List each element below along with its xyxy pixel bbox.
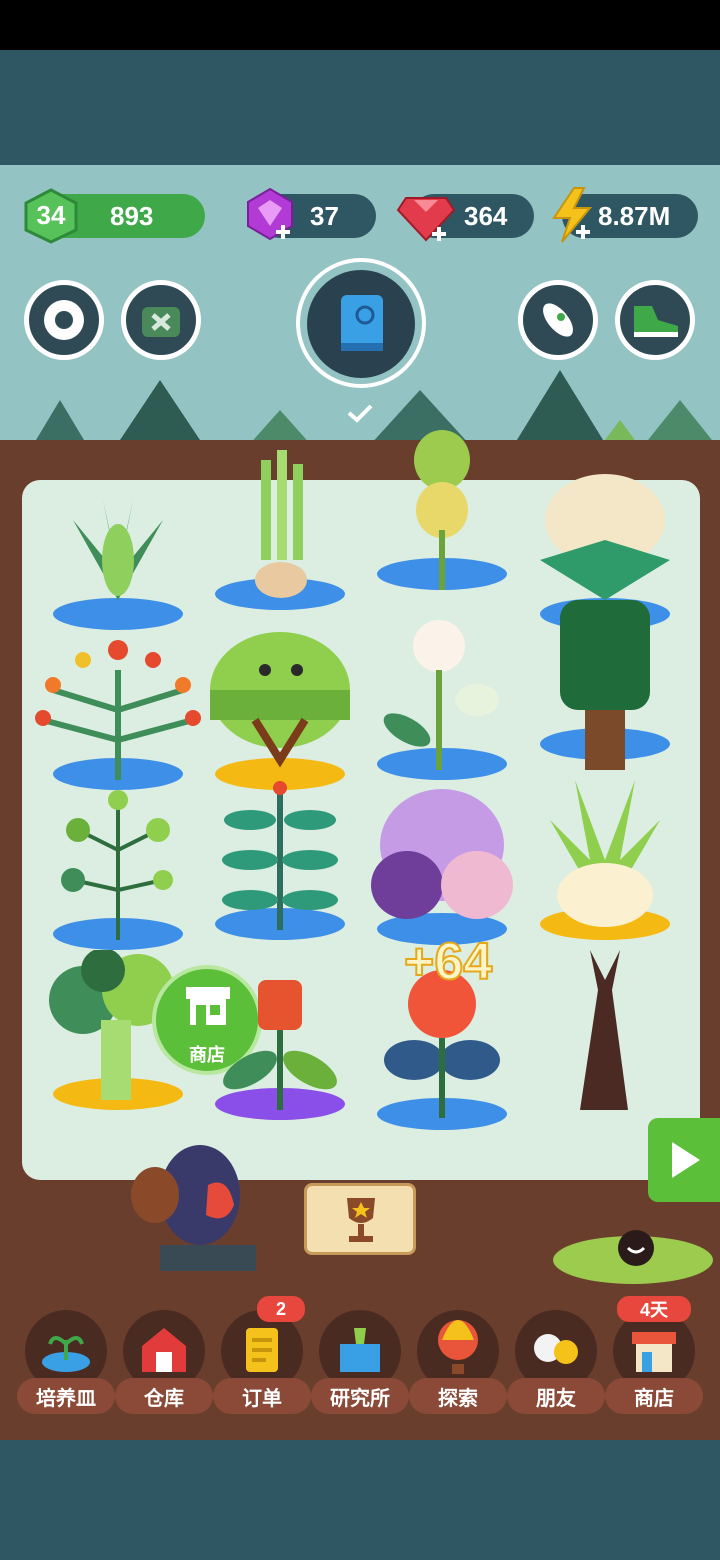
red-gem-icon[interactable] <box>396 188 456 244</box>
header-background <box>0 50 720 165</box>
lightning-icon[interactable] <box>548 186 596 244</box>
laboratory-icon <box>340 1328 380 1372</box>
orders-badge: 2 <box>257 1296 305 1322</box>
leaf-count: 893 <box>110 200 154 231</box>
nav-friends[interactable]: 朋友 <box>507 1310 605 1420</box>
nav-warehouse[interactable]: 仓库 <box>115 1310 213 1420</box>
plant-tile-hedge-tree[interactable] <box>530 600 680 770</box>
nav-label: 仓库 <box>115 1378 213 1414</box>
trophy-icon <box>347 1198 375 1242</box>
nav-label: 订单 <box>213 1378 311 1414</box>
nav-label: 朋友 <box>507 1378 605 1414</box>
footer-background <box>0 1440 720 1560</box>
plant-tile-purple-bulb[interactable] <box>367 785 517 945</box>
cotton-plant-icon <box>540 474 670 600</box>
level-badge: 34 <box>24 188 78 244</box>
rocket-icon <box>543 303 573 337</box>
hedge-tree-icon <box>560 600 650 770</box>
white-flower-icon <box>383 620 499 770</box>
energy-count: 8.87M <box>598 200 671 231</box>
plant-tile-dead-tree[interactable] <box>530 950 680 1110</box>
tv-close-icon <box>142 307 180 337</box>
floating-gain-text: +64 <box>403 932 493 992</box>
sneaker-button[interactable] <box>615 280 695 360</box>
plant-tile-fern[interactable] <box>205 780 355 940</box>
scroll-icon <box>246 1328 278 1372</box>
nav-shop[interactable]: 商店 4天 <box>605 1296 703 1420</box>
agave-plant-icon <box>73 500 163 600</box>
nav-label: 培养皿 <box>17 1378 115 1414</box>
trophy-button[interactable] <box>304 1183 416 1255</box>
shop-timer-badge: 4天 <box>617 1296 691 1322</box>
boost-button[interactable] <box>518 280 598 360</box>
plant-tile-leek[interactable] <box>530 780 680 940</box>
plant-tile-bulb[interactable] <box>205 450 355 610</box>
gear-icon <box>44 300 84 340</box>
shop-icon <box>632 1332 676 1372</box>
remove-ads-button[interactable] <box>121 280 201 360</box>
plant-tile-cactus[interactable] <box>205 630 355 790</box>
plant-tile-red-poppy[interactable] <box>367 970 517 1130</box>
nav-explore[interactable]: 探索 <box>409 1310 507 1420</box>
play-icon <box>672 1142 700 1178</box>
barn-icon <box>142 1328 186 1372</box>
plant-tile-berry-bush[interactable] <box>35 630 201 790</box>
purple-bulb-icon <box>371 789 513 919</box>
mascot-character[interactable] <box>130 1125 260 1275</box>
blue-book-icon <box>341 295 383 351</box>
plant-book-button[interactable] <box>307 270 415 378</box>
nav-orders[interactable]: 订单 2 <box>213 1296 311 1420</box>
friends-icon <box>534 1334 578 1364</box>
berry-bush-icon <box>35 640 201 780</box>
dead-tree-icon <box>580 950 628 1110</box>
plant-tile-white-flower[interactable] <box>367 620 517 780</box>
nav-petri-dish[interactable]: 培养皿 <box>17 1310 115 1420</box>
nav-research[interactable]: 研究所 <box>311 1310 409 1420</box>
leaf-stack-icon <box>414 430 470 590</box>
status-bar <box>0 0 720 50</box>
plant-tile-agave[interactable] <box>43 470 193 630</box>
purple-gem-icon[interactable] <box>242 186 298 244</box>
plant-tile-pea-vine[interactable] <box>43 790 193 950</box>
bulb-plant-icon <box>255 450 307 598</box>
plant-tile-leaf-stack[interactable] <box>367 430 517 590</box>
fern-icon <box>222 781 338 930</box>
leek-icon <box>550 780 660 927</box>
nav-label: 探索 <box>409 1378 507 1414</box>
ruby-count: 364 <box>464 200 508 231</box>
red-poppy-icon <box>384 970 500 1118</box>
round-cactus-icon <box>210 632 350 768</box>
grass-creature[interactable] <box>548 1210 718 1290</box>
next-button[interactable] <box>648 1118 720 1202</box>
pea-vine-icon <box>61 790 173 940</box>
settings-button[interactable] <box>24 280 104 360</box>
check-icon <box>347 404 373 423</box>
nav-label: 研究所 <box>311 1378 409 1414</box>
gem-count: 37 <box>310 200 339 231</box>
sneaker-icon <box>634 306 678 337</box>
red-bloom-icon <box>223 980 337 1110</box>
nav-label: 商店 <box>605 1378 703 1414</box>
level-number: 34 <box>36 200 66 230</box>
hot-air-balloon-icon <box>438 1320 478 1374</box>
plant-tile-red-bloom[interactable] <box>205 960 355 1120</box>
sprout-icon <box>42 1336 90 1372</box>
